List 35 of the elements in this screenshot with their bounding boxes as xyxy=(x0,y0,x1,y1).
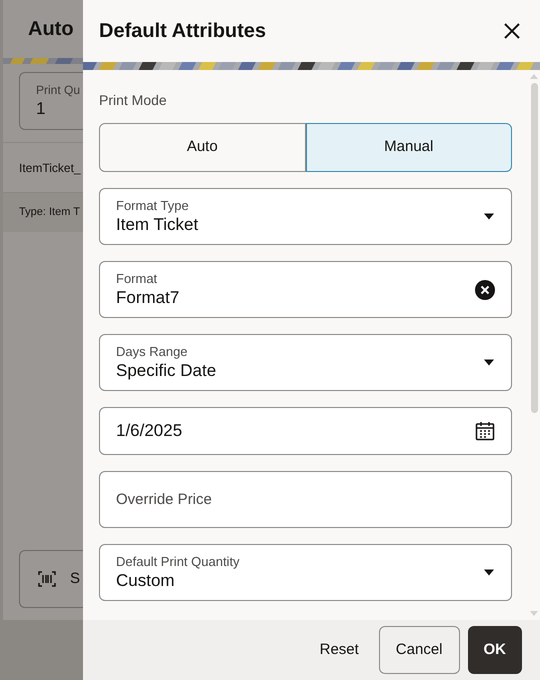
list-item-title: ItemTicket_ xyxy=(19,160,81,176)
select-field[interactable]: Days Range Specific Date xyxy=(99,334,512,391)
field-value: 1 xyxy=(36,98,46,120)
close-icon xyxy=(504,23,520,39)
select-field[interactable]: Format Type Item Ticket xyxy=(99,188,512,245)
field-label: Days Range xyxy=(116,344,189,360)
date-field[interactable]: 1/6/2025 xyxy=(99,407,512,455)
scrollbar-thumb[interactable] xyxy=(530,83,538,413)
section-label: Print Mode xyxy=(99,91,168,110)
segment-button[interactable]: Manual xyxy=(306,123,512,172)
barcode-icon xyxy=(38,571,56,587)
field-value: Custom xyxy=(116,570,176,592)
dropdown-caret-icon[interactable] xyxy=(483,359,495,366)
cancel-button[interactable]: Cancel xyxy=(378,626,460,674)
clear-icon[interactable] xyxy=(475,280,495,300)
field-label: Format Type xyxy=(116,198,190,214)
field-value: Format7 xyxy=(116,287,180,308)
list-item-subtitle: Type: Item T xyxy=(19,205,80,220)
calendar-icon[interactable] xyxy=(475,421,495,441)
field-value: Item Ticket xyxy=(116,214,200,236)
field-label: Default Print Quantity xyxy=(116,554,241,570)
reset-button[interactable]: Reset xyxy=(308,626,371,674)
segment-button[interactable]: Auto xyxy=(99,123,306,172)
input-field[interactable]: Override Price xyxy=(99,471,512,528)
field-label: Format xyxy=(116,270,158,287)
dropdown-caret-icon[interactable] xyxy=(483,569,495,576)
field-label: Print Qu xyxy=(36,83,82,98)
field-value: 1/6/2025 xyxy=(116,420,184,442)
ok-button[interactable]: OK xyxy=(468,626,522,674)
page-title: Auto xyxy=(28,17,74,42)
select-field[interactable]: Default Print Quantity Custom xyxy=(99,544,512,601)
input-field[interactable]: Format Format7 xyxy=(99,261,512,318)
drawer-title: Default Attributes xyxy=(99,19,266,44)
field-value: Specific Date xyxy=(116,360,218,382)
dropdown-caret-icon[interactable] xyxy=(483,213,495,220)
